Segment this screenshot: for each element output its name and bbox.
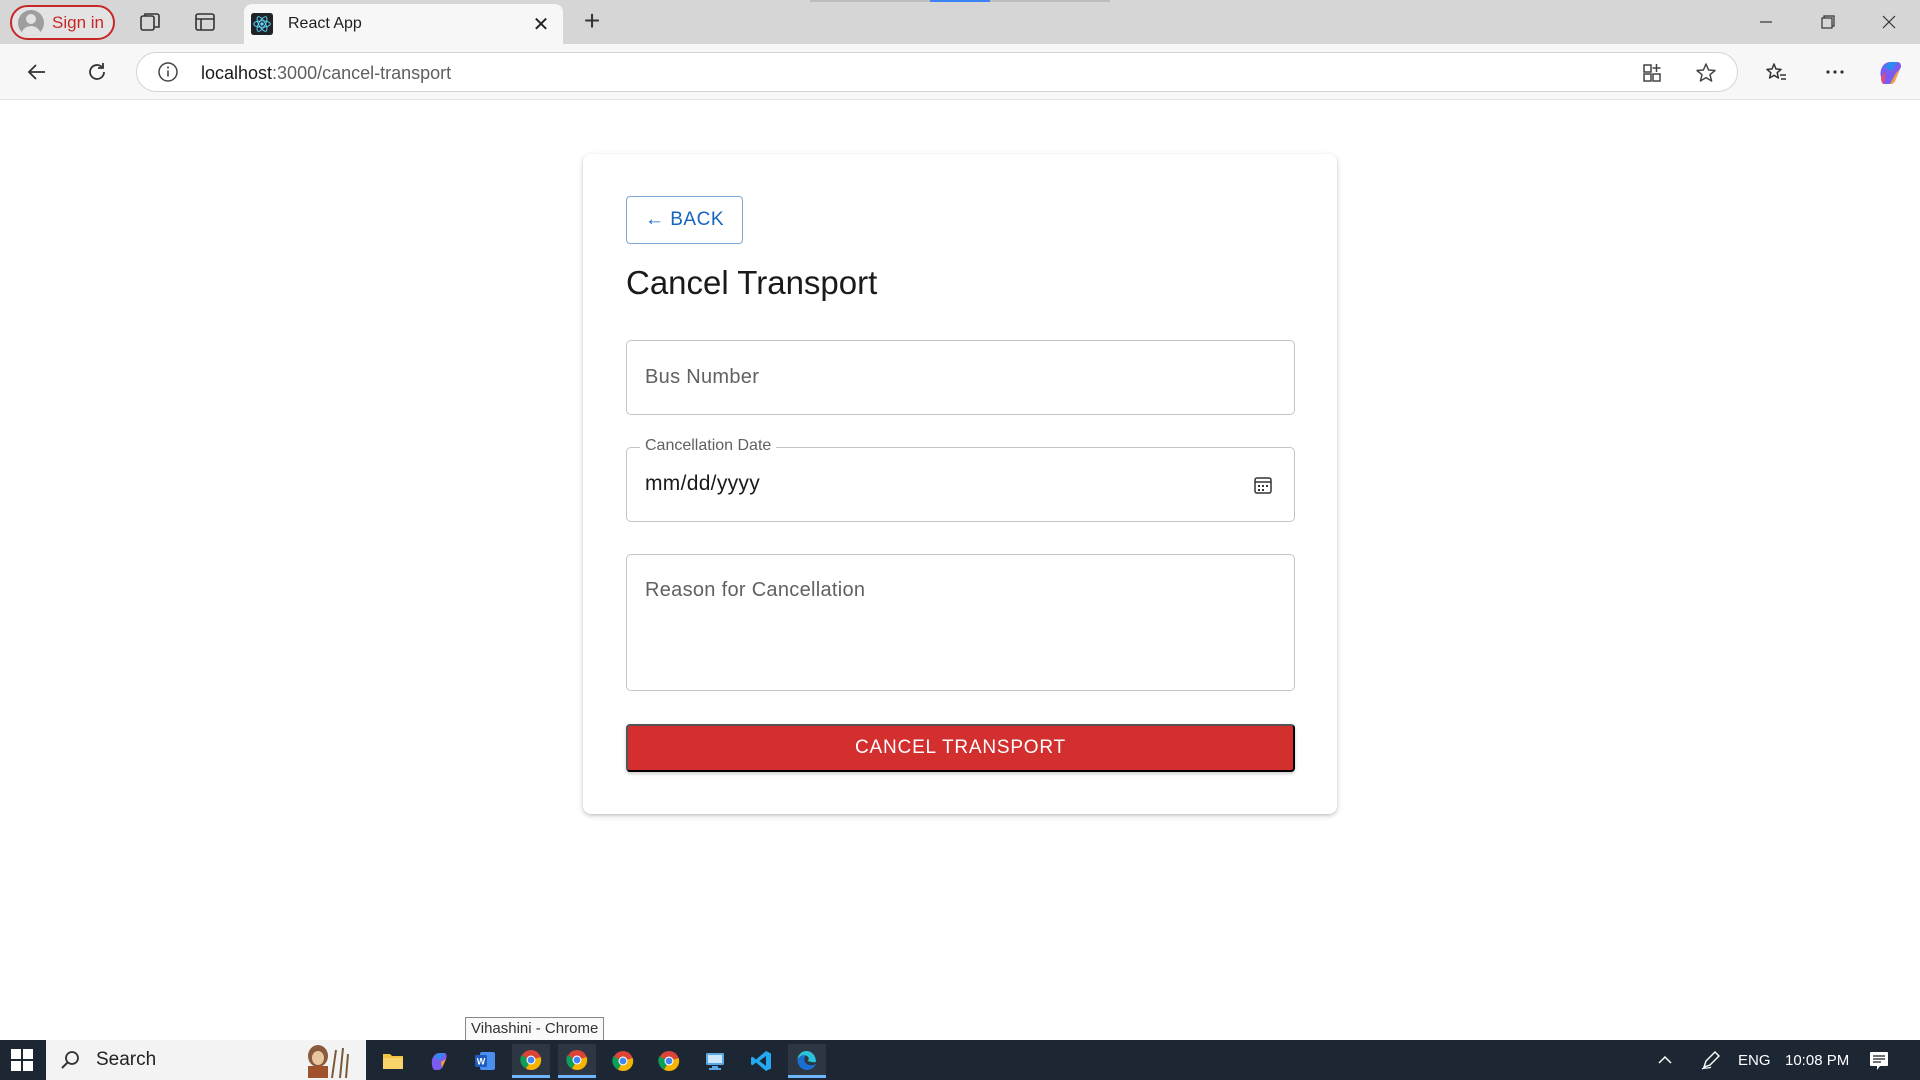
favorites-icon[interactable] [1760,56,1792,88]
chrome-icon[interactable] [512,1044,550,1078]
cancellation-date-label: Cancellation Date [640,437,777,455]
tab-indicator [990,0,1110,2]
tab-indicator [810,0,930,2]
back-icon[interactable] [21,56,53,88]
edge-icon[interactable] [788,1044,826,1078]
cancellation-date-value: mm/dd/yyyy [645,472,761,495]
file-explorer-icon[interactable] [374,1044,412,1078]
tab-actions-icon[interactable] [193,10,217,34]
minimize-icon[interactable] [1746,8,1786,36]
search-highlight-image-icon [308,1045,349,1078]
page-title: Cancel Transport [626,264,878,301]
chrome-icon[interactable] [650,1044,688,1078]
copilot-app-icon[interactable] [420,1044,458,1078]
app-available-icon[interactable] [1640,61,1664,85]
more-icon[interactable] [1819,56,1851,88]
chevron-up-icon[interactable] [1656,1040,1674,1080]
clock[interactable]: 10:08 PM [1785,1040,1849,1080]
chrome-icon[interactable] [604,1044,642,1078]
calendar-icon[interactable] [1252,474,1274,496]
chrome-icon[interactable] [558,1044,596,1078]
page-viewport: ← BACK Cancel Transport Bus Number Cance… [0,101,1920,1040]
word-icon[interactable]: W [466,1044,504,1078]
language-indicator[interactable]: ENG [1738,1040,1771,1080]
bus-number-placeholder: Bus Number [645,366,760,388]
windows-start-icon[interactable] [10,1048,34,1072]
profile-icon [18,9,44,36]
close-icon[interactable]: ✕ [527,10,555,38]
refresh-icon[interactable] [81,56,113,88]
workspaces-icon[interactable] [138,10,162,34]
window-close-icon[interactable] [1869,8,1909,36]
bus-number-input[interactable]: Bus Number [626,340,1295,415]
taskbar-tooltip: Vihashini - Chrome [465,1017,605,1041]
svg-text:W: W [477,1057,486,1067]
taskbar: Search W ENG 10:08 PM [0,1040,1920,1080]
url-path: :3000/cancel-transport [272,63,452,83]
new-tab-icon[interactable]: + [578,7,606,36]
pen-icon[interactable] [1700,1040,1722,1080]
browser-toolbar: localhost:3000/cancel-transport [0,44,1920,100]
reason-placeholder: Reason for Cancellation [645,579,866,601]
back-button[interactable]: ← BACK [626,196,743,244]
react-favicon-icon [251,13,273,35]
cancellation-date-input[interactable]: Cancellation Date mm/dd/yyyy [626,437,1295,522]
search-label: Search [96,1049,157,1070]
tab-react-app[interactable]: React App ✕ [244,4,563,44]
site-info-icon[interactable] [157,61,179,83]
search-icon [61,1051,79,1069]
tab-title: React App [288,15,362,32]
address-bar[interactable]: localhost:3000/cancel-transport [136,52,1738,92]
notifications-icon[interactable] [1868,1040,1890,1080]
url-host: localhost [201,63,273,83]
url-text: localhost:3000/cancel-transport [201,63,451,84]
reason-textarea[interactable]: Reason for Cancellation [626,554,1295,691]
copilot-icon[interactable] [1874,56,1906,88]
taskbar-search[interactable]: Search [46,1040,366,1080]
favorite-star-icon[interactable] [1694,61,1718,85]
vscode-icon[interactable] [742,1044,780,1078]
restore-icon[interactable] [1808,8,1848,36]
cancel-transport-button[interactable]: CANCEL TRANSPORT [626,724,1295,772]
browser-tab-strip: Sign in React App ✕ + [0,0,1920,44]
tab-indicator-active [930,0,990,2]
cancel-transport-card: ← BACK Cancel Transport Bus Number Cance… [583,154,1337,814]
sign-in-button[interactable]: Sign in [10,5,115,40]
sign-in-label: Sign in [52,12,104,32]
network-app-icon[interactable] [696,1044,734,1078]
